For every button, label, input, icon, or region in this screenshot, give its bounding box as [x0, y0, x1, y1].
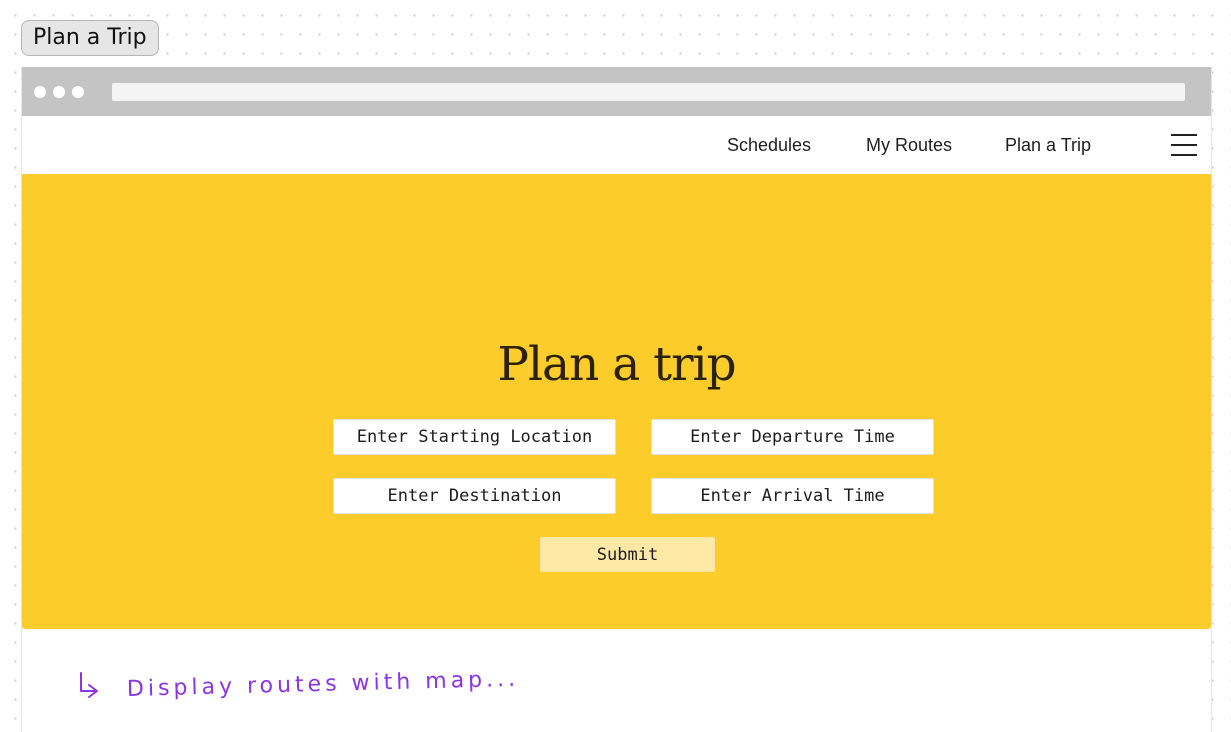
starting-location-input[interactable]	[333, 419, 616, 455]
departure-time-input[interactable]	[651, 419, 934, 455]
top-nav: Schedules My Routes Plan a Trip	[22, 116, 1211, 174]
window-controls	[34, 86, 84, 98]
browser-chrome	[22, 67, 1211, 116]
browser-window: Schedules My Routes Plan a Trip Plan a t…	[21, 67, 1212, 732]
handwritten-note-text: Display routes with map...	[126, 666, 520, 702]
hero-title: Plan a trip	[497, 337, 736, 392]
hamburger-menu-icon[interactable]	[1171, 134, 1197, 156]
hero-section: Plan a trip Submit	[22, 174, 1211, 629]
arrow-icon	[80, 672, 98, 698]
submit-button[interactable]: Submit	[540, 537, 715, 572]
frame-label: Plan a Trip	[21, 20, 159, 56]
window-dot-icon[interactable]	[72, 86, 84, 98]
destination-input[interactable]	[333, 478, 616, 514]
handwritten-note: Display routes with map...	[77, 667, 637, 717]
window-dot-icon[interactable]	[53, 86, 65, 98]
address-bar[interactable]	[112, 83, 1185, 101]
window-dot-icon[interactable]	[34, 86, 46, 98]
nav-link-plan-a-trip[interactable]: Plan a Trip	[1005, 135, 1091, 156]
arrival-time-input[interactable]	[651, 478, 934, 514]
nav-link-schedules[interactable]: Schedules	[727, 135, 811, 156]
nav-link-my-routes[interactable]: My Routes	[866, 135, 952, 156]
